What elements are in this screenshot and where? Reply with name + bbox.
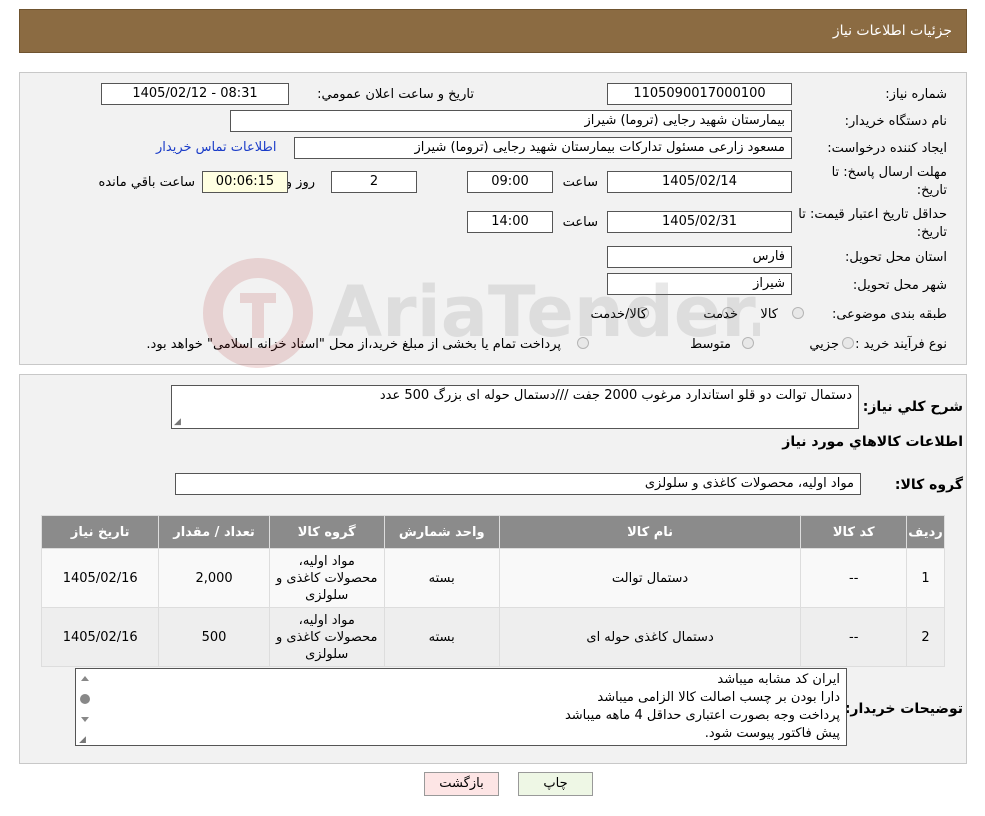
- deadline-time-label: ساعت: [562, 175, 598, 190]
- table-row: 1 -- دستمال توالت بسته مواد اولیه، محصول…: [40, 548, 945, 608]
- cell-unit: بسته: [383, 607, 500, 667]
- province-field: فارس: [607, 246, 792, 268]
- resize-grip-icon[interactable]: ◢: [174, 417, 181, 427]
- validity-time-label: ساعت: [562, 215, 598, 230]
- col-need-date: تاريخ نياز: [40, 515, 160, 549]
- scroll-thumb: [80, 694, 90, 704]
- deadline-time-field: 09:00: [467, 171, 553, 193]
- cell-code: --: [800, 548, 908, 608]
- cell-group: مواد اولیه، محصولات کاغذی و سلولزی: [268, 548, 385, 608]
- table-row: 2 -- دستمال کاغذی حوله ای بسته مواد اولی…: [40, 607, 945, 667]
- category-radio-goods[interactable]: [792, 307, 804, 319]
- remaining-label: ساعت باقي مانده: [98, 175, 195, 190]
- days-label: روز و: [285, 175, 315, 190]
- creator-label: ايجاد کننده درخواست:: [827, 141, 947, 156]
- category-option-goods-service: کالا/خدمت: [590, 307, 647, 322]
- remaining-time-field: 00:06:15: [202, 171, 288, 193]
- announce-field: 1405/02/12 - 08:31: [101, 83, 289, 105]
- validity-time-field: 14:00: [467, 211, 553, 233]
- validity-label: حداقل تاريخ اعتبار قيمت: تا: [798, 207, 947, 222]
- note-line: دارا بودن بر چسب اصالت کالا الزامی میباش…: [597, 690, 840, 705]
- cell-quantity: 500: [158, 607, 270, 667]
- process-option-minor: جزيي: [809, 337, 839, 352]
- table-header-row: رديف کد کالا نام کالا واحد شمارش گروه کا…: [40, 515, 945, 549]
- goods-section-title: اطلاعات کالاهاي مورد نياز: [782, 434, 963, 450]
- col-code: کد کالا: [800, 515, 908, 549]
- category-option-service: خدمت: [703, 307, 738, 322]
- process-radio-minor[interactable]: [842, 337, 854, 349]
- need-number-label: شماره نیاز:: [885, 87, 947, 102]
- cell-quantity: 2,000: [158, 548, 270, 608]
- process-note: پرداخت تمام يا بخشی از مبلغ خريد،از محل …: [146, 337, 561, 352]
- cell-code: --: [800, 607, 908, 667]
- days-field: 2: [331, 171, 417, 193]
- scroll-down-arrow-icon: [81, 717, 89, 722]
- deadline-date-field: 1405/02/14: [607, 171, 792, 193]
- validity-label-date: تاریخ:: [916, 225, 947, 240]
- cell-name: دستمال توالت: [498, 548, 802, 608]
- col-group: گروه کالا: [268, 515, 385, 549]
- col-unit: واحد شمارش: [383, 515, 500, 549]
- col-name: نام کالا: [498, 515, 802, 549]
- summary-field: دستمال توالت دو قلو استاندارد مرغوب 2000…: [171, 385, 859, 429]
- col-row-number: رديف: [906, 515, 945, 549]
- validity-date-field: 1405/02/31: [607, 211, 792, 233]
- note-line: پرداخت وجه بصورت اعتباری حداقل 4 ماهه می…: [564, 708, 840, 723]
- deadline-label-date: تاریخ:: [916, 183, 947, 198]
- group-field: مواد اولیه، محصولات کاغذی و سلولزی: [175, 473, 861, 495]
- page-title: جزئیات اطلاعات نیاز: [832, 23, 952, 39]
- cell-group: مواد اولیه، محصولات کاغذی و سلولزی: [268, 607, 385, 667]
- summary-label: شرح کلي نياز:: [862, 399, 963, 415]
- goods-table: رديف کد کالا نام کالا واحد شمارش گروه کا…: [40, 515, 945, 667]
- need-number-field: 1105090017000100: [607, 83, 792, 105]
- detail-panel: شرح کلي نياز: دستمال توالت دو قلو استاند…: [19, 374, 967, 764]
- info-panel: شماره نیاز: 1105090017000100 تاریخ و ساع…: [19, 72, 967, 365]
- col-quantity: تعداد / مقدار: [158, 515, 270, 549]
- cell-row-number: 2: [906, 607, 945, 667]
- category-label: طبقه بندی موضوعی:: [831, 307, 947, 322]
- province-label: استان محل تحويل:: [845, 250, 947, 265]
- cell-need-date: 1405/02/16: [40, 607, 160, 667]
- resize-grip-icon: ◢: [79, 735, 86, 743]
- process-option-medium: متوسط: [690, 337, 731, 352]
- buyer-contact-link[interactable]: اطلاعات تماس خريدار: [156, 140, 276, 155]
- announce-label: تاریخ و ساعت اعلان عمومي:: [317, 87, 474, 102]
- notes-scrollbar[interactable]: ◢: [79, 673, 91, 743]
- city-label: شهر محل تحويل:: [852, 278, 947, 293]
- deadline-label: مهلت ارسال پاسخ: تا: [831, 165, 947, 180]
- cell-name: دستمال کاغذی حوله ای: [498, 607, 802, 667]
- city-field: شیراز: [607, 273, 792, 295]
- buyer-field: بیمارستان شهید رجایی (تروما) شیراز: [230, 110, 792, 132]
- scroll-up-arrow-icon: [81, 676, 89, 681]
- notes-label: توضيحات خريدار:: [844, 701, 963, 717]
- process-radio-treasury[interactable]: [577, 337, 589, 349]
- note-line: ایران کد مشابه میباشد: [717, 672, 840, 687]
- back-button[interactable]: بازگشت: [424, 772, 499, 796]
- buyer-notes-field: ایران کد مشابه میباشد دارا بودن بر چسب ا…: [75, 668, 847, 746]
- summary-text: دستمال توالت دو قلو استاندارد مرغوب 2000…: [379, 388, 852, 403]
- process-radio-medium[interactable]: [742, 337, 754, 349]
- buyer-label: نام دستگاه خريدار:: [844, 114, 947, 129]
- note-line: پیش فاکتور پیوست شود.: [704, 726, 840, 741]
- process-label: نوع فرآيند خريد :: [855, 337, 947, 352]
- print-button[interactable]: چاپ: [518, 772, 593, 796]
- category-option-goods: کالا: [760, 307, 778, 322]
- cell-row-number: 1: [906, 548, 945, 608]
- cell-unit: بسته: [383, 548, 500, 608]
- page-header: جزئیات اطلاعات نیاز: [19, 9, 967, 53]
- cell-need-date: 1405/02/16: [40, 548, 160, 608]
- group-label: گروه کالا:: [894, 477, 963, 493]
- creator-field: مسعود زارعی مسئول تدارکات بیمارستان شهید…: [294, 137, 792, 159]
